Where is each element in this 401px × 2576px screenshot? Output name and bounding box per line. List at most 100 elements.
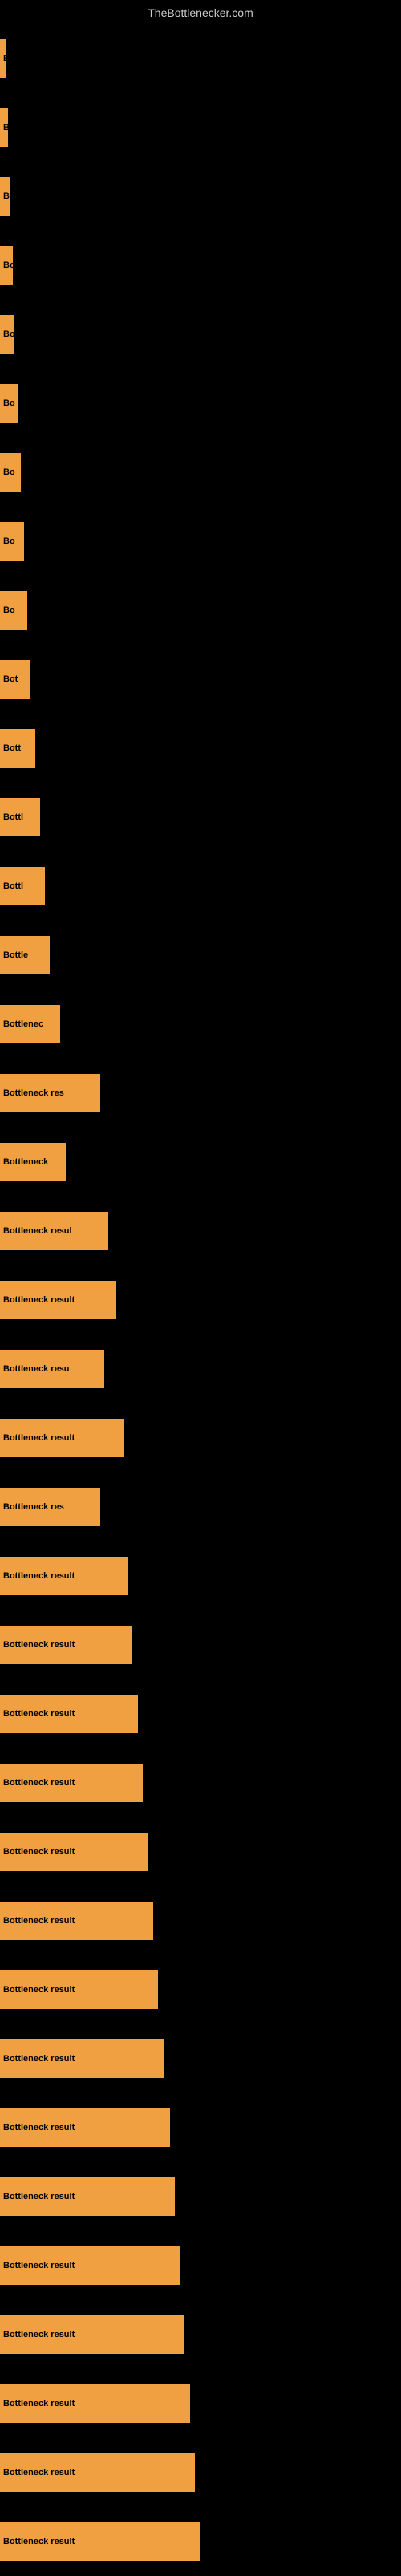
bar-label: Bottleneck [3,1157,48,1167]
bar-item: Bottleneck result [0,2315,184,2354]
bar-item: Bottl [0,867,45,905]
bar-label: Bottleneck result [3,2054,75,2064]
bar-label: Bottleneck result [3,1571,75,1581]
bar-item: Bottleneck result [0,1557,128,1595]
bar-item: Bottleneck resu [0,1350,104,1388]
bar-item: Bot [0,660,30,699]
bar-label: Bott [3,743,21,753]
bar-row: Bottl [0,852,401,921]
bar-row: Bottleneck result [0,2024,401,2093]
bar-label: Bottleneck res [3,1502,64,1512]
bar-label: Bottleneck res [3,1088,64,1098]
bar-label: Bottleneck result [3,1847,75,1857]
bar-item: Bottleneck result [0,1764,143,1802]
bar-row: Bottleneck result [0,1266,401,1335]
bar-row: Bo [0,369,401,438]
bar-row: Bo [0,507,401,576]
bar-item: Bottleneck result [0,1419,124,1457]
bar-row: Bottleneck result [0,1541,401,1610]
bar-item: Bottle [0,936,50,974]
bar-label: Bottleneck result [3,1778,75,1788]
bar-item: B [0,177,10,216]
bar-label: Bottl [3,881,23,891]
bar-label: Bottleneck result [3,2537,75,2546]
bar-item: Bo [0,591,27,630]
bar-row: Bottleneck res [0,1472,401,1541]
bar-row: Bottleneck result [0,1679,401,1748]
bar-item: Bottleneck result [0,2246,180,2285]
bar-item: B [0,108,8,147]
bar-item: Bottleneck resul [0,1212,108,1250]
bar-label: B [3,192,10,201]
bar-label: Bottleneck result [3,2261,75,2270]
bar-item: Bottleneck result [0,1833,148,1871]
bar-row: Bott [0,714,401,783]
bar-row: Bottleneck result [0,1748,401,1817]
bar-label: Bo [3,330,14,339]
bars-container: B B B Bo Bo Bo Bo Bo Bo Bot Bott Bottl Bottl Bottle Bo… [0,24,401,2576]
bar-row: Bottle [0,921,401,990]
bar-label: Bottle [3,950,28,960]
bar-label: Bo [3,261,13,270]
bar-row: B [0,162,401,231]
bar-item: Bottleneck result [0,2177,175,2216]
bar-item: Bo [0,453,21,492]
bar-label: Bottleneck result [3,2330,75,2339]
bar-item: Bott [0,729,35,768]
bar-label: Bottleneck result [3,1295,75,1305]
bar-row: Bottleneck res [0,1059,401,1128]
bar-item: Bottleneck result [0,2384,190,2423]
bar-label: Bot [3,674,18,684]
bar-row: Bottleneck result [0,2369,401,2438]
bar-label: Bottlenec [3,1019,43,1029]
bar-item: Bottleneck result [0,2453,195,2492]
bar-row: Bo [0,438,401,507]
bar-row: Bottleneck result [0,2231,401,2300]
bar-label: Bottleneck result [3,2123,75,2132]
bar-row: B [0,93,401,162]
bar-item: Bottleneck result [0,2039,164,2078]
bar-row: Bottleneck [0,1128,401,1197]
bar-item: Bottl [0,798,40,836]
bar-label: Bottleneck result [3,2468,75,2477]
bar-item: Bottleneck result [0,2522,200,2561]
bar-label: Bo [3,468,15,477]
bar-item: Bottleneck result [0,1626,132,1664]
bar-label: Bo [3,537,15,546]
bar-label: Bottleneck result [3,1985,75,1995]
bar-item: Bottlenec [0,1005,60,1043]
bar-item: Bo [0,384,18,423]
bar-item: Bo [0,315,14,354]
bar-item: Bo [0,522,24,561]
bar-label: Bottleneck result [3,1640,75,1650]
bar-row: Bot [0,645,401,714]
bar-row: Bottleneck result [0,2093,401,2162]
bar-row: Bottleneck result [0,1955,401,2024]
bar-item: Bottleneck result [0,1902,153,1940]
bar-label: Bottleneck result [3,2399,75,2408]
bar-row: B [0,24,401,93]
bar-row: Bo [0,231,401,300]
bar-row: Bottleneck resul [0,1197,401,1266]
bar-row: Bottleneck result [0,1403,401,1472]
bar-label: Bottleneck result [3,1433,75,1443]
bar-item: Bottleneck result [0,1281,116,1319]
bar-item: Bottleneck res [0,1488,100,1526]
bar-row: Bottleneck resu [0,1335,401,1403]
site-title: TheBottlenecker.com [0,0,401,22]
bar-label: B [3,54,6,63]
bar-row: Bottleneck result [0,1817,401,1886]
bar-label: Bottleneck result [3,2192,75,2201]
bar-item: Bottleneck res [0,1074,100,1112]
bar-item: Bottleneck result [0,2108,170,2147]
bar-item: B [0,39,6,78]
bar-item: Bottleneck [0,1143,66,1181]
bar-row: Bottl [0,783,401,852]
bar-label: Bo [3,399,15,408]
bar-item: Bottleneck result [0,1970,158,2009]
bar-label: Bottleneck resul [3,1226,72,1236]
bar-row: Bottlenec [0,990,401,1059]
bar-item: Bottleneck result [0,1695,138,1733]
bar-item: Bo [0,246,13,285]
bar-label: Bottleneck result [3,1709,75,1719]
